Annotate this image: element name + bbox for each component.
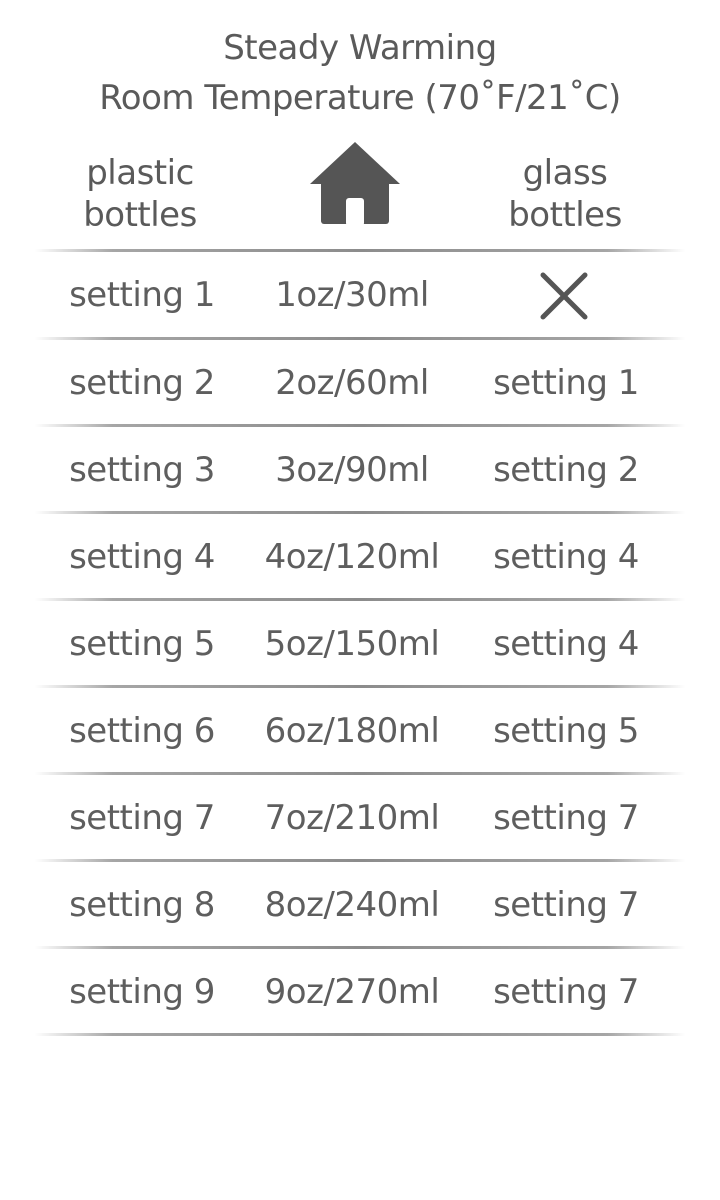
volume-cell: 8oz/240ml — [264, 885, 440, 925]
plastic-setting-cell: setting 5 — [69, 624, 215, 664]
table-row: setting 9 9oz/270ml setting 7 — [0, 949, 720, 1036]
x-icon — [540, 272, 588, 320]
house-icon — [310, 142, 400, 226]
glass-setting-cell: setting 1 — [493, 363, 639, 403]
plastic-setting-cell: setting 4 — [69, 537, 215, 577]
plastic-header-line-2: bottles — [83, 195, 197, 235]
glass-setting-cell: setting 5 — [493, 711, 639, 751]
plastic-setting-cell: setting 3 — [69, 450, 215, 490]
plastic-setting-cell: setting 7 — [69, 798, 215, 838]
glass-setting-cell: setting 4 — [493, 624, 639, 664]
volume-cell: 4oz/120ml — [264, 537, 440, 577]
row-divider — [35, 1033, 685, 1036]
table-row: setting 2 2oz/60ml setting 1 — [0, 340, 720, 427]
volume-cell: 7oz/210ml — [264, 798, 440, 838]
volume-cell: 5oz/150ml — [264, 624, 440, 664]
glass-setting-cell: setting 7 — [493, 798, 639, 838]
table-row: setting 3 3oz/90ml setting 2 — [0, 427, 720, 514]
table-row: setting 8 8oz/240ml setting 7 — [0, 862, 720, 949]
volume-cell: 2oz/60ml — [275, 363, 429, 403]
plastic-setting-cell: setting 9 — [69, 972, 215, 1012]
volume-cell: 3oz/90ml — [275, 450, 429, 490]
title-line-1: Steady Warming — [223, 28, 497, 68]
glass-bottles-header: glass bottles — [465, 152, 665, 236]
glass-header-line-2: bottles — [508, 195, 622, 235]
table-row: setting 7 7oz/210ml setting 7 — [0, 775, 720, 862]
table-row: setting 5 5oz/150ml setting 4 — [0, 601, 720, 688]
plastic-setting-cell: setting 2 — [69, 363, 215, 403]
plastic-setting-cell: setting 8 — [69, 885, 215, 925]
glass-setting-cell: setting 4 — [493, 537, 639, 577]
plastic-setting-cell: setting 1 — [69, 275, 215, 315]
glass-setting-cell: setting 7 — [493, 885, 639, 925]
plastic-setting-cell: setting 6 — [69, 711, 215, 751]
table-row: setting 1 1oz/30ml — [0, 252, 720, 339]
glass-setting-cell: setting 2 — [493, 450, 639, 490]
volume-cell: 9oz/270ml — [264, 972, 440, 1012]
table-row: setting 6 6oz/180ml setting 5 — [0, 688, 720, 775]
plastic-header-line-1: plastic — [86, 153, 194, 193]
volume-cell: 6oz/180ml — [264, 711, 440, 751]
glass-setting-cell: setting 7 — [493, 972, 639, 1012]
table-row: setting 4 4oz/120ml setting 4 — [0, 514, 720, 601]
volume-cell: 1oz/30ml — [275, 275, 429, 315]
title-line-2: Room Temperature (70˚F/21˚C) — [99, 78, 621, 118]
glass-header-line-1: glass — [522, 153, 608, 193]
plastic-bottles-header: plastic bottles — [40, 152, 240, 236]
